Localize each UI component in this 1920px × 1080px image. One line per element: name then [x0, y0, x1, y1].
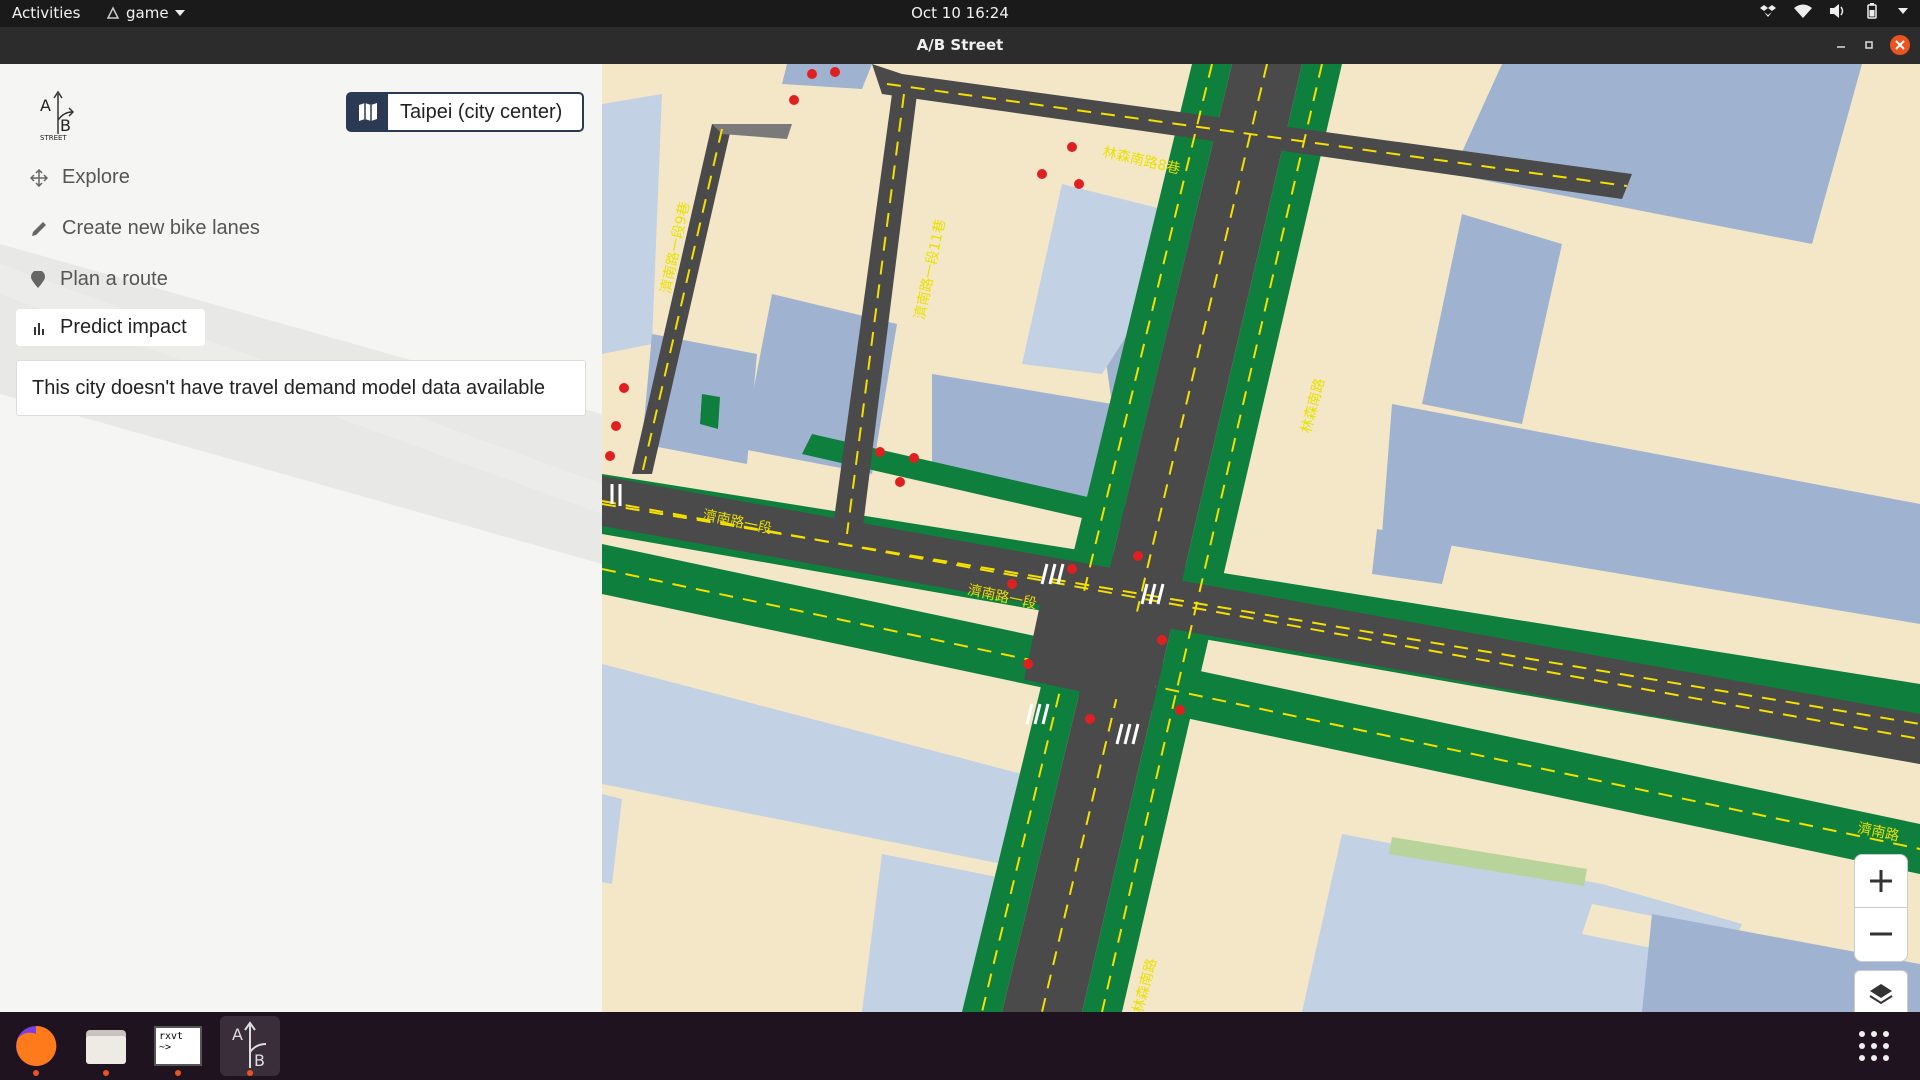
system-top-bar: Activities game Oct 10 16:24 [0, 0, 1920, 27]
logo-letter-a: A [40, 96, 51, 115]
city-picker-label: Taipei (city center) [400, 100, 563, 123]
close-icon[interactable] [1890, 35, 1910, 55]
menu-item-explore[interactable]: Explore [30, 166, 130, 189]
running-indicator [103, 1070, 109, 1076]
abstreet-icon: AB [232, 1021, 267, 1070]
volume-icon[interactable] [1830, 4, 1846, 18]
chevron-down-icon[interactable] [1898, 8, 1908, 14]
clock[interactable]: Oct 10 16:24 [0, 4, 1920, 22]
pin-icon [31, 270, 45, 288]
pencil-icon [32, 221, 46, 236]
layers-icon [1869, 984, 1893, 1005]
logo-subtitle: STREET [40, 134, 67, 142]
files-icon [86, 1030, 126, 1064]
dock-app-rxvt[interactable]: rxvt ~> [148, 1016, 208, 1076]
logo-letter-b: B [60, 116, 71, 135]
menu-item-label: Plan a route [60, 268, 168, 290]
abstreet-logo[interactable]: A B STREET [38, 90, 78, 142]
menu-item-label: Predict impact [60, 316, 187, 338]
app-icon [106, 6, 120, 19]
dock-app-files[interactable] [76, 1016, 136, 1076]
menu-item-label: Create new bike lanes [62, 217, 260, 239]
map-under-panel [0, 244, 602, 564]
menu-item-create-bike-lanes[interactable]: Create new bike lanes [30, 217, 260, 240]
activities-button[interactable]: Activities [12, 4, 80, 22]
dock-app-abstreet[interactable]: AB [220, 1016, 280, 1076]
street-label: 林森南路 [1298, 377, 1328, 435]
street-map[interactable]: 濟南路一段 濟南路一段 林森南路 林森南路8巷 濟南路一段11巷 濟南路一段9巷… [602, 64, 1920, 1012]
svg-text:A: A [232, 1025, 243, 1044]
zoom-controls [1854, 854, 1908, 962]
dropbox-icon[interactable] [1760, 4, 1776, 18]
wifi-icon[interactable] [1794, 4, 1812, 18]
grid-icon [1859, 1031, 1889, 1061]
battery-icon[interactable] [1864, 3, 1880, 19]
show-apps-button[interactable] [1858, 1030, 1890, 1062]
taskbar-dock: rxvt ~> AB [0, 1012, 1920, 1080]
menu-item-label: Explore [62, 166, 130, 188]
street-label: 林森南路8巷 [1101, 144, 1181, 177]
menu-item-predict-impact[interactable]: Predict impact [16, 309, 205, 346]
running-indicator [175, 1070, 181, 1076]
zoom-in-button[interactable] [1855, 855, 1907, 908]
street-label: 濟南路一段11巷 [912, 218, 949, 321]
dock-app-firefox[interactable] [6, 1016, 66, 1076]
chevron-down-icon [174, 10, 185, 16]
minus-icon [1870, 932, 1892, 936]
left-panel: A B STREET Taipei (city center) Explore … [0, 64, 602, 1012]
running-indicator [247, 1070, 253, 1076]
bar-chart-icon [34, 322, 44, 335]
map-canvas[interactable]: 濟南路一段 濟南路一段 林森南路 林森南路8巷 濟南路一段11巷 濟南路一段9巷… [602, 64, 1920, 1012]
no-data-message-text: This city doesn't have travel demand mod… [32, 376, 545, 399]
svg-text:B: B [254, 1051, 265, 1070]
app-menu-label: game [126, 4, 169, 22]
system-tray[interactable] [1760, 3, 1908, 19]
plus-icon [1870, 870, 1892, 892]
city-picker-button[interactable]: Taipei (city center) [346, 92, 584, 132]
street-label: 林森南路 [1130, 957, 1160, 1012]
maximize-icon[interactable] [1862, 38, 1876, 52]
move-icon [30, 168, 48, 187]
zoom-out-button[interactable] [1855, 908, 1907, 960]
window-title-bar: A/B Street [0, 27, 1920, 64]
running-indicator [33, 1070, 39, 1076]
map-icon [359, 103, 377, 121]
no-data-message: This city doesn't have travel demand mod… [16, 360, 586, 416]
minimize-icon[interactable] [1834, 38, 1848, 52]
firefox-icon [16, 1025, 57, 1066]
menu-item-plan-route[interactable]: Plan a route [30, 268, 168, 291]
terminal-icon: rxvt ~> [154, 1026, 202, 1066]
app-menu[interactable]: game [106, 4, 185, 22]
window-title: A/B Street [916, 36, 1004, 54]
layers-button[interactable] [1854, 970, 1908, 1012]
